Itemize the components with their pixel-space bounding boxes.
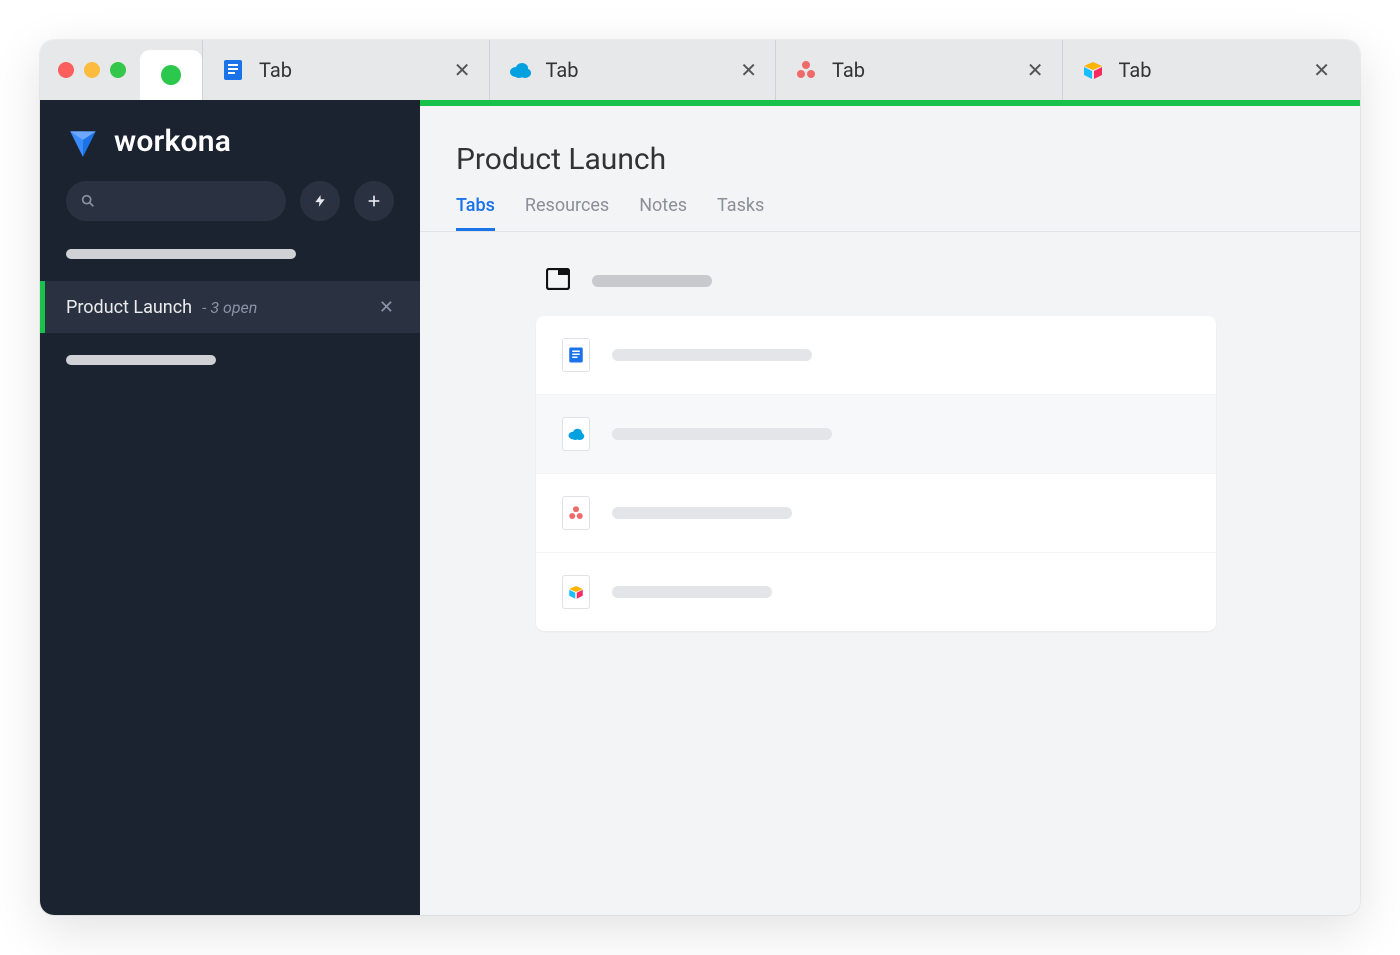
tab-title-placeholder <box>612 507 792 519</box>
salesforce-icon <box>508 58 532 82</box>
search-input[interactable] <box>66 181 286 221</box>
tab-title-placeholder <box>612 349 812 361</box>
sidebar-toolbar <box>40 181 420 245</box>
browser-tab-strip: Tab ✕ Tab ✕ Tab ✕ Tab ✕ <box>202 40 1348 100</box>
browser-tab-1[interactable]: Tab ✕ <box>202 40 489 100</box>
plus-icon <box>366 193 382 209</box>
tab-title-placeholder <box>612 586 772 598</box>
tabs-card <box>536 316 1216 631</box>
tab-tasks[interactable]: Tasks <box>717 195 764 231</box>
main-header: Product Launch <box>420 106 1360 177</box>
sidebar-section-placeholder <box>66 355 216 365</box>
close-space-icon[interactable]: ✕ <box>379 297 394 318</box>
window-close-button[interactable] <box>58 62 74 78</box>
google-doc-icon <box>562 338 590 372</box>
tab-tabs[interactable]: Tabs <box>456 195 495 231</box>
window-controls <box>58 62 126 78</box>
browser-tab-4[interactable]: Tab ✕ <box>1062 40 1349 100</box>
search-icon <box>80 193 96 209</box>
browser-tab-label: Tab <box>259 58 440 82</box>
main-tabs: Tabs Resources Notes Tasks <box>420 177 1360 232</box>
workona-extension-tab[interactable] <box>140 50 202 100</box>
workona-active-indicator-icon <box>161 65 181 85</box>
lightning-icon <box>313 192 327 210</box>
sidebar: workona Product Launch - 3 open ✕ <box>40 100 420 915</box>
workspace-body <box>420 232 1360 671</box>
browser-tab-3[interactable]: Tab ✕ <box>775 40 1062 100</box>
window-icon <box>546 268 570 294</box>
sidebar-section-placeholder <box>66 249 296 259</box>
asana-icon <box>562 496 590 530</box>
new-space-button[interactable] <box>354 181 394 221</box>
airtable-icon <box>562 575 590 609</box>
tab-notes[interactable]: Notes <box>639 195 687 231</box>
tab-row[interactable] <box>536 553 1216 631</box>
close-tab-icon[interactable]: ✕ <box>740 58 757 82</box>
browser-tab-2[interactable]: Tab ✕ <box>489 40 776 100</box>
browser-tab-label: Tab <box>546 58 727 82</box>
close-tab-icon[interactable]: ✕ <box>454 58 471 82</box>
app-content: workona Product Launch - 3 open ✕ <box>40 100 1360 915</box>
window-zoom-button[interactable] <box>110 62 126 78</box>
tab-group-header[interactable] <box>546 268 712 294</box>
tab-row[interactable] <box>536 395 1216 474</box>
brand: workona <box>40 118 420 181</box>
workona-logo-icon <box>66 125 100 159</box>
quick-actions-button[interactable] <box>300 181 340 221</box>
space-title: Product Launch <box>66 297 192 318</box>
google-doc-icon <box>221 58 245 82</box>
browser-tab-label: Tab <box>1119 58 1300 82</box>
airtable-icon <box>1081 58 1105 82</box>
brand-name: workona <box>114 124 231 159</box>
space-open-count: - 3 open <box>202 298 257 317</box>
tab-resources[interactable]: Resources <box>525 195 609 231</box>
browser-tab-label: Tab <box>832 58 1013 82</box>
page-title: Product Launch <box>456 142 1324 177</box>
close-tab-icon[interactable]: ✕ <box>1313 58 1330 82</box>
window-minimize-button[interactable] <box>84 62 100 78</box>
main-panel: Product Launch Tabs Resources Notes Task… <box>420 100 1360 915</box>
titlebar: Tab ✕ Tab ✕ Tab ✕ Tab ✕ <box>40 40 1360 100</box>
close-tab-icon[interactable]: ✕ <box>1027 58 1044 82</box>
asana-icon <box>794 58 818 82</box>
tab-title-placeholder <box>612 428 832 440</box>
tab-row[interactable] <box>536 316 1216 395</box>
tab-group-title-placeholder <box>592 275 712 287</box>
tab-row[interactable] <box>536 474 1216 553</box>
sidebar-space-product-launch[interactable]: Product Launch - 3 open ✕ <box>40 281 420 333</box>
browser-window: Tab ✕ Tab ✕ Tab ✕ Tab ✕ <box>40 40 1360 915</box>
salesforce-icon <box>562 417 590 451</box>
